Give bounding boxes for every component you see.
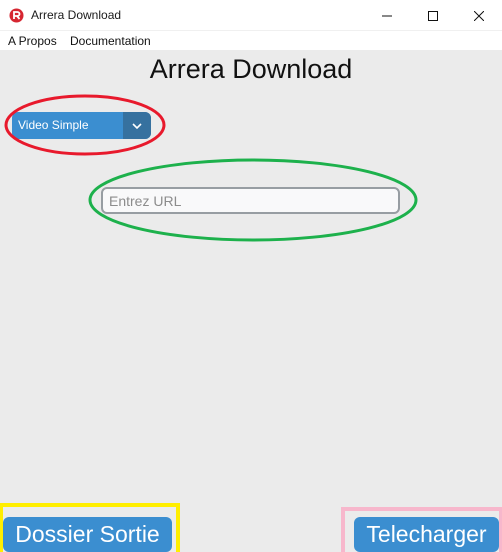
menu-bar: A Propos Documentation	[0, 31, 502, 50]
mode-dropdown[interactable]: Video Simple	[12, 112, 151, 139]
output-folder-button[interactable]: Dossier Sortie	[3, 517, 172, 552]
url-input[interactable]	[103, 189, 398, 212]
maximize-icon	[428, 10, 438, 21]
menu-item-documentation[interactable]: Documentation	[70, 34, 151, 48]
minimize-button[interactable]	[364, 0, 410, 31]
menu-item-a-propos[interactable]: A Propos	[8, 34, 57, 48]
url-field[interactable]	[101, 187, 400, 214]
mode-dropdown-value: Video Simple	[18, 118, 89, 132]
close-button[interactable]	[456, 0, 502, 31]
maximize-button[interactable]	[410, 0, 456, 31]
download-button[interactable]: Telecharger	[354, 517, 499, 552]
close-icon	[474, 10, 484, 21]
window-title: Arrera Download	[31, 8, 122, 22]
dropdown-toggle-button[interactable]	[123, 112, 151, 139]
chevron-down-icon	[132, 122, 142, 129]
page-title: Arrera Download	[149, 54, 353, 84]
minimize-icon	[382, 15, 392, 16]
title-bar: Arrera Download	[0, 0, 502, 31]
app-logo-icon	[9, 8, 24, 23]
